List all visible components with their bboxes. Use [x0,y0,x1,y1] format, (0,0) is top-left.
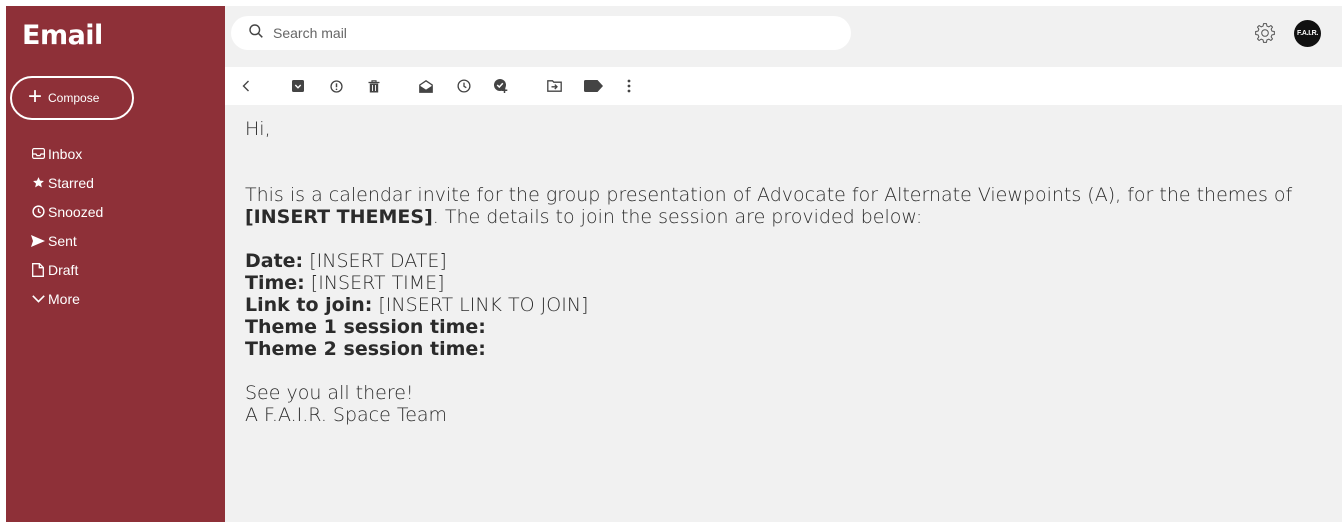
link-value: [INSERT LINK TO JOIN] [372,294,589,316]
clock-icon [30,204,46,220]
label-icon[interactable] [582,78,604,94]
sidebar-item-draft[interactable]: Draft [30,255,103,284]
search-icon[interactable] [249,23,263,43]
sidebar-nav: Inbox Starred Snoozed Sent Draft More [30,139,103,313]
chevron-down-icon [30,291,46,307]
sidebar-item-label: More [48,290,80,307]
archive-icon[interactable] [290,78,306,94]
back-icon[interactable] [238,78,254,94]
compose-label: Compose [48,91,100,105]
send-icon [30,233,46,249]
intro-text: This is a calendar invite for the group … [245,184,1293,206]
search-bar[interactable] [231,16,851,50]
report-spam-icon[interactable] [328,78,344,94]
plus-icon: + [28,83,43,110]
search-input[interactable] [273,25,793,41]
link-line: Link to join: [INSERT LINK TO JOIN] [245,294,1335,316]
sidebar-item-label: Draft [48,261,79,278]
sidebar-item-inbox[interactable]: Inbox [30,139,103,168]
sidebar-item-label: Snoozed [48,203,104,220]
date-value: [INSERT DATE] [303,250,447,272]
theme1-line: Theme 1 session time: [245,316,1335,338]
intro-paragraph: This is a calendar invite for the group … [245,184,1335,228]
sidebar-item-sent[interactable]: Sent [30,226,103,255]
sidebar: Email + Compose Inbox Starred Snoozed Se… [6,6,225,522]
star-icon [30,175,46,191]
sidebar-item-label: Starred [48,174,94,191]
message-body: Hi, This is a calendar invite for the gr… [245,118,1335,426]
more-vert-icon[interactable] [621,78,637,94]
theme2-line: Theme 2 session time: [245,338,1335,360]
time-line: Time: [INSERT TIME] [245,272,1335,294]
gear-icon[interactable] [1254,22,1276,44]
signature: A F.A.I.R. Space Team [245,404,448,426]
date-label: Date: [245,250,304,272]
date-line: Date: [INSERT DATE] [245,250,1335,272]
sidebar-item-label: Sent [48,232,77,249]
draft-icon [30,262,46,278]
link-label: Link to join: [245,294,373,316]
mark-unread-icon[interactable] [418,78,434,94]
signoff: See you all there! [245,382,414,404]
sidebar-item-label: Inbox [48,145,83,162]
sidebar-item-snoozed[interactable]: Snoozed [30,197,103,226]
greeting: Hi, [245,118,271,140]
themes-placeholder: [INSERT THEMES] [245,206,433,228]
main-pane: F.A.I.R. Hi, [225,6,1342,522]
theme2-label: Theme 2 session time: [245,338,486,360]
move-to-icon[interactable] [546,78,562,94]
theme1-label: Theme 1 session time: [245,316,486,338]
inbox-icon [30,146,46,162]
time-label: Time: [245,272,305,294]
app-title: Email [22,20,103,51]
intro-text-end: . The details to join the session are pr… [432,206,923,228]
message-toolbar [225,67,1342,105]
avatar[interactable]: F.A.I.R. [1294,20,1321,47]
sidebar-item-starred[interactable]: Starred [30,168,103,197]
snooze-icon[interactable] [456,78,472,94]
sidebar-item-more[interactable]: More [30,284,103,313]
compose-button[interactable]: + Compose [10,76,134,120]
add-task-icon[interactable] [493,78,509,94]
time-value: [INSERT TIME] [304,272,445,294]
delete-icon[interactable] [366,78,382,94]
